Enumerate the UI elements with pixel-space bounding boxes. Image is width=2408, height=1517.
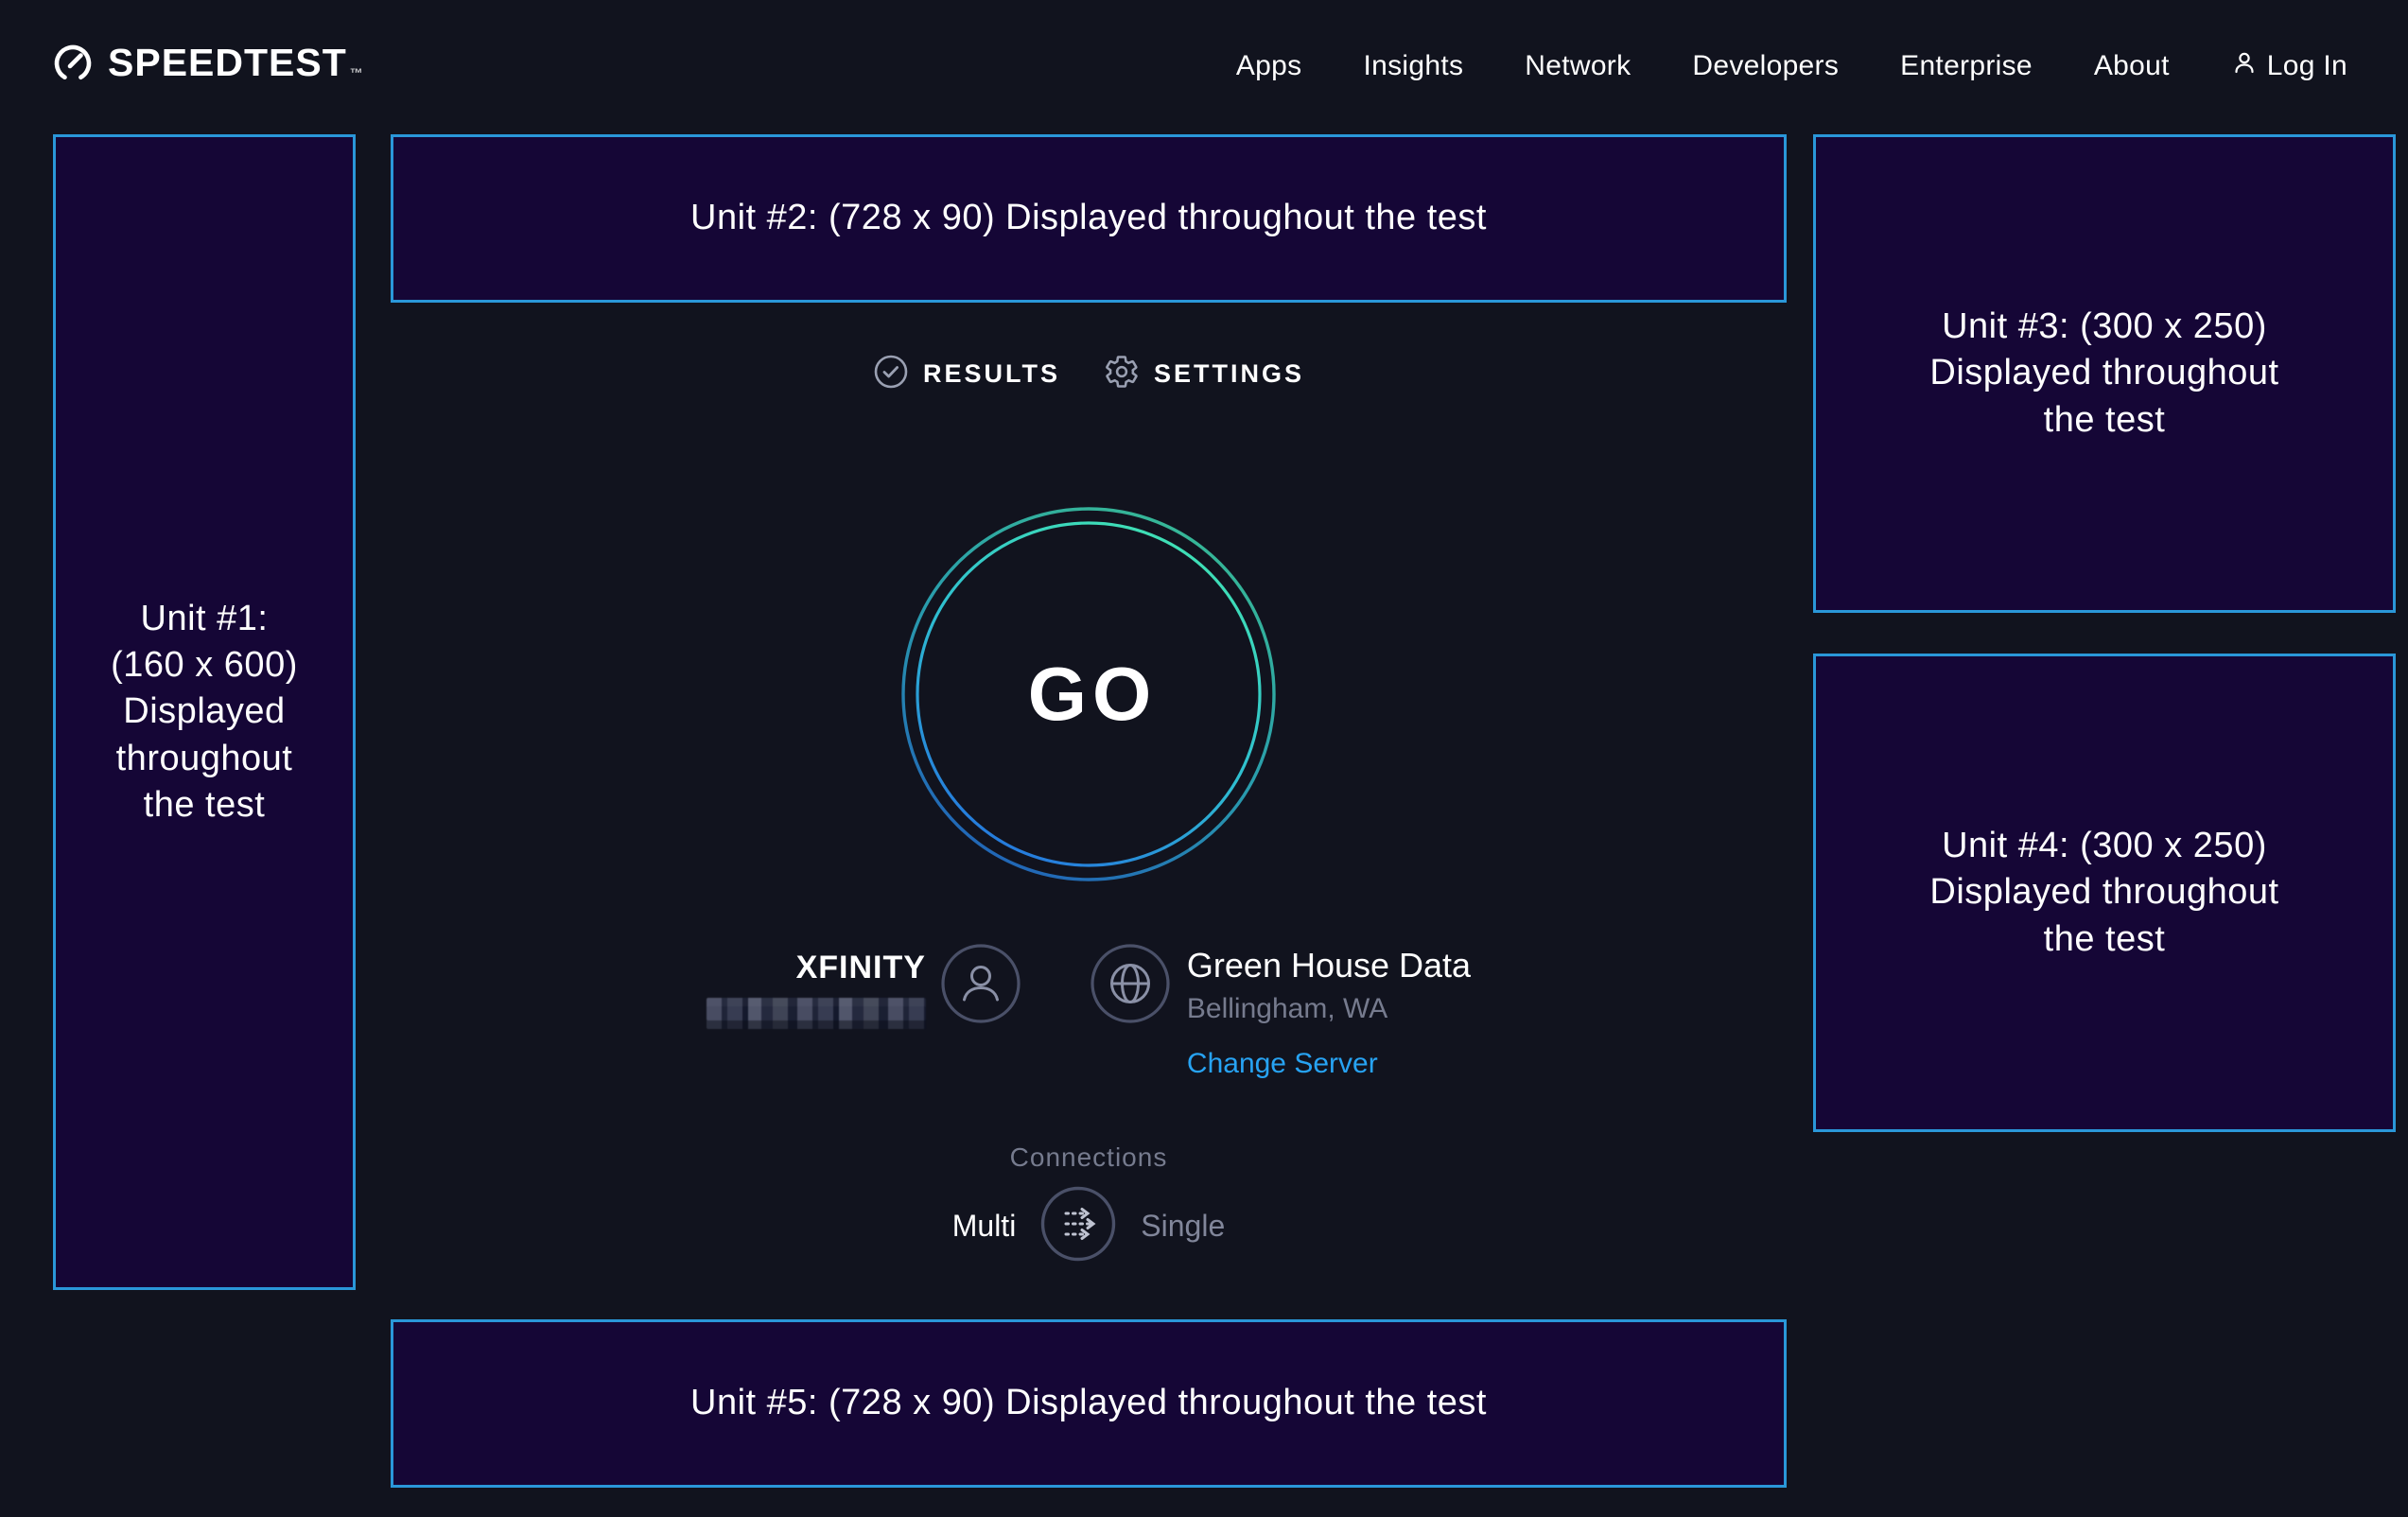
center-column: Unit #2: (728 x 90) Displayed throughout… [391,134,1787,1488]
person-icon [2231,49,2258,83]
login-label: Log In [2267,50,2347,82]
ad-unit-5[interactable]: Unit #5: (728 x 90) Displayed throughout… [391,1319,1787,1488]
isp-block: XFINITY [707,950,926,1029]
go-button[interactable]: GO [899,505,1278,883]
tab-results-label: RESULTS [923,359,1060,389]
nav-menu: Apps Insights Network Developers Enterpr… [1236,49,2347,83]
nav-item-apps[interactable]: Apps [1236,50,1302,82]
nav-item-insights[interactable]: Insights [1363,50,1463,82]
ad-unit-2[interactable]: Unit #2: (728 x 90) Displayed throughout… [391,134,1787,303]
nav-item-network[interactable]: Network [1525,50,1631,82]
left-ad-column: Unit #1: (160 x 600) Displayed throughou… [53,134,356,1290]
gear-icon [1104,354,1140,394]
nav-item-enterprise[interactable]: Enterprise [1900,50,2033,82]
nav-item-developers[interactable]: Developers [1692,50,1839,82]
ad-unit-5-label: Unit #5: (728 x 90) Displayed throughout… [690,1380,1487,1426]
ad-unit-2-label: Unit #2: (728 x 90) Displayed throughout… [690,195,1487,241]
ad-unit-1-label: Unit #1: (160 x 600) Displayed throughou… [111,596,298,829]
ip-address-redacted [707,998,926,1029]
speedtest-gauge-icon [51,41,95,89]
isp-person-circle-icon [941,944,1021,1028]
change-server-link[interactable]: Change Server [1187,1048,1378,1080]
ad-unit-4[interactable]: Unit #4: (300 x 250) Displayed throughou… [1813,654,2396,1132]
nav-item-about[interactable]: About [2094,50,2170,82]
connections-row: Multi [952,1186,1226,1266]
connections-label: Connections [1010,1142,1168,1173]
ad-unit-1[interactable]: Unit #1: (160 x 600) Displayed throughou… [53,134,356,1290]
login-button[interactable]: Log In [2231,49,2347,83]
connections-toggle[interactable] [1040,1186,1116,1266]
main-content: Unit #1: (160 x 600) Displayed throughou… [0,132,2408,1488]
tab-results[interactable]: RESULTS [873,354,1060,394]
tab-settings-label: SETTINGS [1154,359,1304,389]
server-block: Green House Data Bellingham, WA Change S… [1187,946,1471,1080]
trademark-symbol: ™ [350,65,364,80]
ad-unit-3-label: Unit #3: (300 x 250) Displayed throughou… [1929,304,2278,444]
connections-option-single[interactable]: Single [1141,1209,1225,1244]
connections-option-multi[interactable]: Multi [952,1209,1017,1244]
tabs-row: RESULTS SETTINGS [873,354,1304,393]
speedtest-logo[interactable]: SPEEDTEST™ [51,41,364,93]
tab-settings[interactable]: SETTINGS [1104,354,1304,394]
right-ad-column: Unit #3: (300 x 250) Displayed throughou… [1813,134,2396,1132]
ad-unit-4-label: Unit #4: (300 x 250) Displayed throughou… [1929,823,2278,963]
server-location: Bellingham, WA [1187,993,1471,1025]
server-name: Green House Data [1187,946,1471,985]
isp-name: XFINITY [707,950,926,986]
speedtest-page: SPEEDTEST™ Apps Insights Network Develop… [0,0,2408,1517]
logo-wordmark: SPEEDTEST™ [108,41,364,93]
go-button-label: GO [899,505,1278,883]
top-nav-bar: SPEEDTEST™ Apps Insights Network Develop… [0,0,2408,132]
server-globe-circle-icon [1091,944,1170,1028]
ad-unit-3[interactable]: Unit #3: (300 x 250) Displayed throughou… [1813,134,2396,613]
connection-info-row: XFINITY [707,944,1471,1080]
multi-connections-arrows-icon [1040,1186,1116,1266]
check-circle-icon [873,354,909,394]
